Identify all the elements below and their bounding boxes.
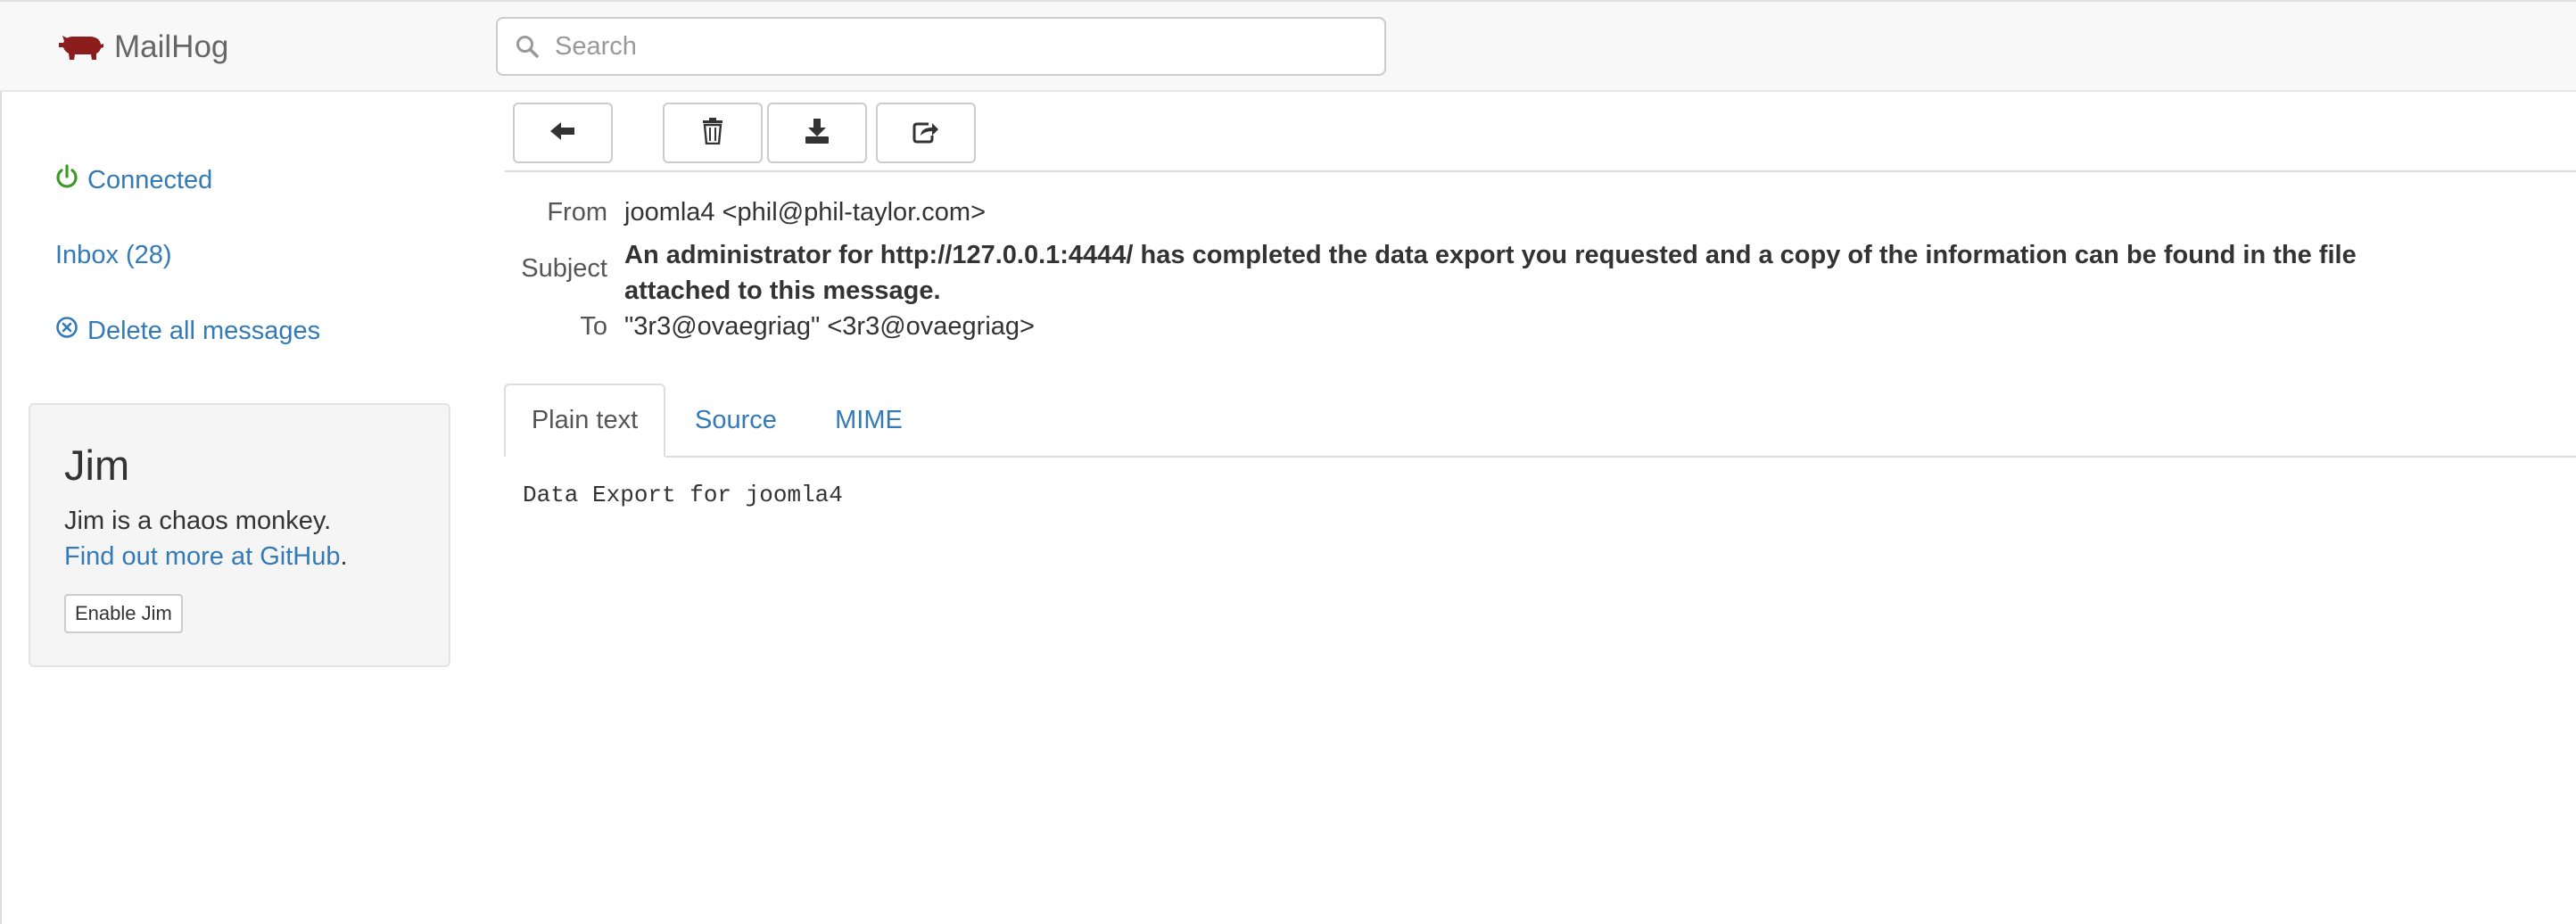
- tab-plain-text[interactable]: Plain text: [504, 384, 665, 458]
- subject-value: An administrator for http://127.0.0.1:44…: [624, 241, 2357, 305]
- from-value: joomla4 <phil@phil-taylor.com>: [624, 198, 987, 227]
- tab-mime[interactable]: MIME: [821, 384, 917, 458]
- back-button[interactable]: [513, 103, 613, 163]
- jim-more-suffix: .: [340, 542, 348, 571]
- search-box: [496, 17, 1386, 76]
- jim-title: Jim: [64, 441, 130, 489]
- remove-circle-icon: [55, 316, 78, 346]
- top-navbar: MailHog: [0, 2, 2576, 92]
- share-icon: [912, 119, 939, 148]
- jim-more-info: Find out more at GitHub.: [64, 542, 348, 572]
- to-value: "3r3@ovaegriag" <3r3@ovaegriag>: [624, 312, 1035, 341]
- enable-jim-button[interactable]: Enable Jim: [64, 594, 183, 633]
- github-link[interactable]: Find out more at GitHub: [64, 542, 340, 571]
- tab-source[interactable]: Source: [683, 384, 788, 458]
- pig-logo-icon: [57, 32, 105, 62]
- download-icon: [805, 118, 830, 148]
- tabs-divider: [505, 456, 2576, 458]
- subject-label: Subject: [521, 254, 607, 283]
- toolbar-divider: [505, 170, 2576, 172]
- window-left-border: [0, 0, 2, 924]
- inbox-link[interactable]: Inbox (28): [55, 241, 172, 270]
- brand-link[interactable]: MailHog: [57, 27, 228, 68]
- delete-all-label: Delete all messages: [87, 316, 321, 345]
- jim-description: Jim is a chaos monkey.: [64, 507, 332, 535]
- inbox-label: Inbox (28): [55, 241, 172, 269]
- power-icon: [55, 164, 78, 196]
- delete-message-button[interactable]: [663, 103, 763, 163]
- message-body: Data Export for joomla4: [523, 482, 843, 508]
- search-input[interactable]: [553, 23, 1359, 70]
- delete-all-messages-link[interactable]: Delete all messages: [55, 316, 320, 346]
- arrow-left-icon: [550, 121, 575, 145]
- search-icon: [516, 33, 542, 60]
- release-button[interactable]: [876, 103, 976, 163]
- download-button[interactable]: [767, 103, 867, 163]
- from-label: From: [547, 198, 607, 227]
- brand-name: MailHog: [114, 29, 229, 64]
- trash-icon: [702, 117, 723, 149]
- jim-panel: Jim Jim is a chaos monkey. Find out more…: [29, 403, 450, 667]
- to-label: To: [580, 312, 607, 341]
- connected-status-link[interactable]: Connected: [55, 164, 212, 196]
- connected-label: Connected: [87, 165, 213, 194]
